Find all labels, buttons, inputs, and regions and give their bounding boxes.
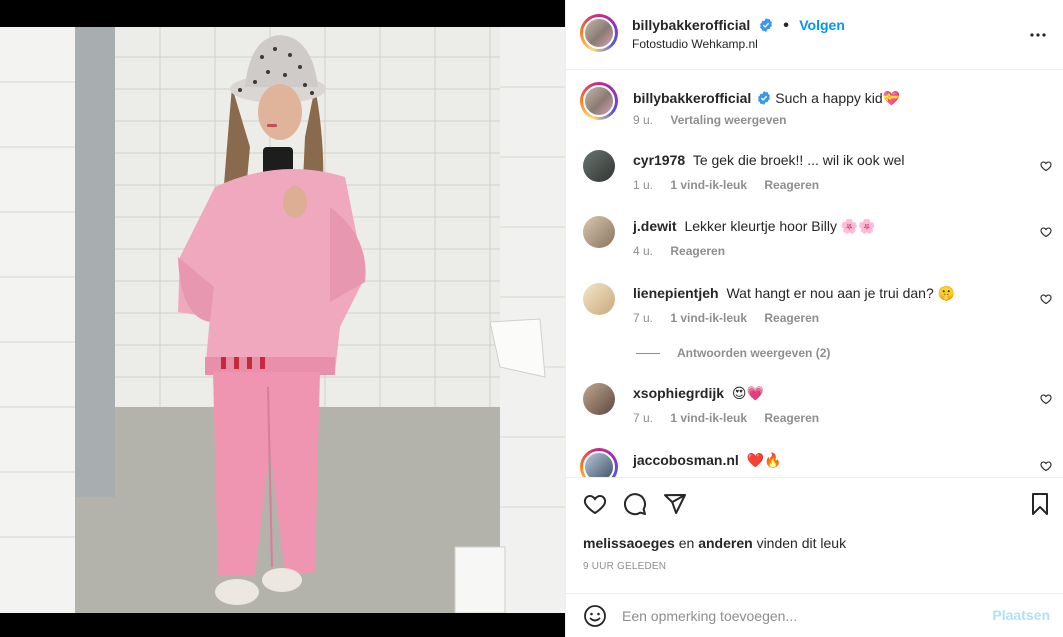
commenter-avatar[interactable] — [583, 383, 615, 415]
more-options-icon[interactable] — [1028, 25, 1048, 45]
post-actions: melissaoeges en anderen vinden dit leuk … — [566, 477, 1063, 637]
reply-button[interactable]: Reageren — [670, 244, 725, 258]
post-header: billybakkerofficial • Volgen Fotostudio … — [566, 0, 1063, 70]
add-comment-bar: Plaatsen — [566, 593, 1063, 637]
emoji-icon[interactable] — [583, 604, 607, 628]
like-comment-heart-icon[interactable] — [1040, 460, 1052, 472]
reply-button[interactable]: Reageren — [764, 311, 819, 325]
like-comment-heart-icon[interactable] — [1040, 393, 1052, 405]
like-comment-heart-icon[interactable] — [1040, 160, 1052, 172]
likes-others-link[interactable]: anderen — [698, 535, 752, 551]
like-comment-heart-icon[interactable] — [1040, 226, 1052, 238]
bookmark-icon[interactable] — [1028, 492, 1052, 516]
comment-text: xsophiegrdijk 😍💗 — [633, 384, 764, 402]
caption-time[interactable]: 9 u. — [633, 113, 653, 127]
comment-time[interactable]: 7 u. — [633, 411, 653, 425]
comment-text: lienepientjeh Wat hangt er nou aan je tr… — [633, 284, 955, 302]
translate-button[interactable]: Vertaling weergeven — [670, 113, 786, 127]
verified-badge-icon — [759, 18, 772, 32]
comment-meta: 1 u. 1 vind-ik-leuk Reageren — [633, 178, 833, 192]
verified-badge-icon — [758, 91, 771, 105]
comments-list[interactable]: billybakkerofficial Such a happy kid💝 9 … — [566, 70, 1063, 477]
post-location[interactable]: Fotostudio Wehkamp.nl — [632, 37, 758, 51]
comment-likes[interactable]: 1 vind-ik-leuk — [670, 311, 747, 325]
photo-illustration — [0, 27, 565, 613]
caption-meta: 9 u. Vertaling weergeven — [633, 113, 800, 127]
caption-avatar[interactable] — [580, 82, 618, 120]
like-comment-heart-icon[interactable] — [1040, 293, 1052, 305]
comment-body: Lekker kleurtje hoor Billy 🌸🌸 — [684, 218, 876, 234]
commenter-avatar[interactable] — [583, 150, 615, 182]
comment-username[interactable]: lienepientjeh — [633, 285, 719, 301]
comment-body: ❤️🔥 — [746, 452, 782, 468]
comment-username[interactable]: j.dewit — [633, 218, 677, 234]
comment-time[interactable]: 7 u. — [633, 311, 653, 325]
likes-connector: en — [678, 535, 695, 551]
comment-input[interactable] — [622, 602, 972, 630]
commenter-avatar[interactable] — [580, 448, 618, 477]
comment-username[interactable]: xsophiegrdijk — [633, 385, 724, 401]
comment-text: j.dewit Lekker kleurtje hoor Billy 🌸🌸 — [633, 217, 876, 235]
comment-username[interactable]: jaccobosman.nl — [633, 452, 739, 468]
comment-body: Wat hangt er nou aan je trui dan? 🤫 — [726, 285, 956, 301]
post-side-panel: billybakkerofficial • Volgen Fotostudio … — [565, 0, 1063, 637]
header-separator: • — [783, 17, 789, 34]
likes-first-user[interactable]: melissaoeges — [583, 535, 675, 551]
post-photo[interactable] — [0, 27, 565, 613]
comment-text: jaccobosman.nl ❤️🔥 — [633, 451, 782, 469]
comment-body: 😍💗 — [731, 385, 764, 401]
comment-icon[interactable] — [623, 492, 647, 516]
comment-time[interactable]: 4 u. — [633, 244, 653, 258]
comment-meta: 7 u. 1 vind-ik-leuk Reageren — [633, 311, 833, 325]
comment-likes[interactable]: 1 vind-ik-leuk — [670, 411, 747, 425]
comment-username[interactable]: cyr1978 — [633, 152, 685, 168]
likes-summary: melissaoeges en anderen vinden dit leuk — [583, 535, 846, 551]
commenter-avatar[interactable] — [583, 283, 615, 315]
post-media-panel — [0, 0, 565, 637]
caption-body: Such a happy kid💝 — [775, 90, 901, 106]
comment-body: Te gek die broek!! ... wil ik ook wel — [692, 152, 905, 168]
share-icon[interactable] — [663, 492, 687, 516]
follow-button[interactable]: Volgen — [799, 17, 845, 33]
heart-icon[interactable] — [583, 492, 607, 516]
post-comment-button[interactable]: Plaatsen — [992, 607, 1050, 623]
comment-meta: 7 u. 1 vind-ik-leuk Reageren — [633, 411, 833, 425]
author-username[interactable]: billybakkerofficial — [632, 17, 750, 33]
caption-username[interactable]: billybakkerofficial — [633, 90, 751, 106]
view-replies-button[interactable]: Antwoorden weergeven (2) — [677, 346, 830, 360]
comment-meta: 4 u. Reageren — [633, 244, 739, 258]
commenter-avatar[interactable] — [583, 216, 615, 248]
comment-time[interactable]: 1 u. — [633, 178, 653, 192]
likes-suffix: vinden dit leuk — [756, 535, 847, 551]
replies-divider — [636, 353, 660, 354]
reply-button[interactable]: Reageren — [764, 178, 819, 192]
posted-ago[interactable]: 9 UUR GELEDEN — [583, 561, 666, 572]
comment-text: cyr1978 Te gek die broek!! ... wil ik oo… — [633, 151, 904, 169]
reply-button[interactable]: Reageren — [764, 411, 819, 425]
comment-likes[interactable]: 1 vind-ik-leuk — [670, 178, 747, 192]
author-line: billybakkerofficial • Volgen — [632, 17, 845, 35]
author-avatar[interactable] — [580, 14, 618, 52]
caption-text: billybakkerofficial Such a happy kid💝 — [633, 89, 900, 107]
